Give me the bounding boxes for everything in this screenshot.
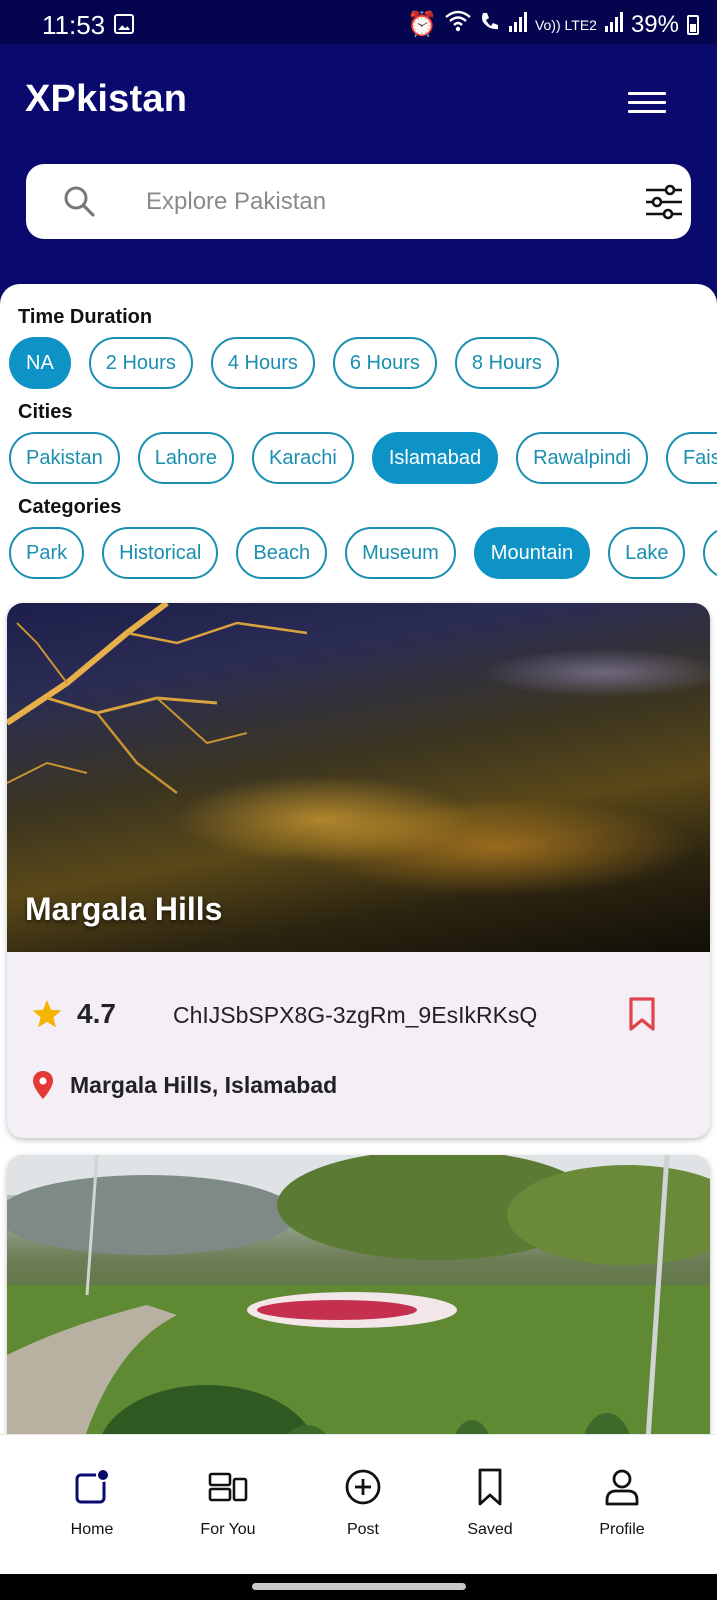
cities-label: Cities [18, 401, 73, 423]
chip-time-na[interactable]: NA [9, 337, 71, 389]
cities-chips: Pakistan Lahore Karachi Islamabad Rawalp… [9, 432, 717, 484]
hamburger-menu-icon[interactable] [628, 92, 666, 114]
main-content: Time Duration NA 2 Hours 4 Hours 6 Hours… [0, 284, 717, 1434]
chip-category-park[interactable]: Park [9, 527, 85, 579]
gallery-notification-icon [114, 14, 134, 34]
add-circle-icon [345, 1469, 381, 1505]
wifi-calling-icon [479, 10, 501, 39]
chip-time-2-hours[interactable]: 2 Hours [88, 337, 193, 389]
alarm-icon: ⏰ [407, 11, 437, 38]
network-type-label: Vo)) LTE2 [534, 16, 597, 33]
signal-icon [508, 11, 527, 39]
park-scene-decoration [7, 1155, 710, 1434]
nav-post-label: Post [346, 1521, 379, 1538]
categories-label: Categories [18, 496, 122, 518]
chip-category-lake[interactable]: Lake [608, 527, 686, 579]
place-location: Margala Hills, Islamabad [70, 1072, 338, 1098]
battery-percent: 39% [630, 10, 679, 38]
signal-icon-2 [604, 11, 623, 39]
nav-saved[interactable]: Saved [435, 1467, 545, 1539]
system-gesture-bar [0, 1574, 717, 1600]
battery-icon [687, 14, 699, 35]
bottom-navigation: Home For You Post Saved Profile [0, 1434, 717, 1574]
app-header: XPkistan [0, 44, 717, 284]
chip-city-rawalpindi[interactable]: Rawalpindi [516, 432, 648, 484]
chip-city-islamabad[interactable]: Islamabad [371, 432, 499, 484]
chip-city-pakistan[interactable]: Pakistan [9, 432, 120, 484]
app-title: XPkistan [25, 78, 188, 120]
home-notification-icon [75, 1468, 110, 1504]
place-card[interactable] [7, 1155, 710, 1434]
nav-for-you[interactable]: For You [173, 1467, 283, 1539]
time-duration-label: Time Duration [18, 306, 153, 328]
place-title: Margala Hills [25, 891, 223, 927]
time-duration-chips: NA 2 Hours 4 Hours 6 Hours 8 Hours [9, 337, 559, 389]
status-time: 11:53 [42, 10, 106, 40]
place-rating: 4.7 [77, 998, 116, 1029]
star-icon [32, 1000, 62, 1028]
nav-home-label: Home [70, 1521, 114, 1538]
status-icons: ⏰ Vo)) LTE2 39% [407, 10, 699, 39]
wifi-icon [445, 10, 471, 39]
dashboard-icon [208, 1472, 248, 1502]
tree-branches-decoration [7, 603, 308, 794]
location-pin-icon [33, 1071, 53, 1099]
chip-category-museum[interactable]: Museum [345, 527, 456, 579]
place-id: ChIJSbSPX8G-3zgRm_9EsIkRKsQ [173, 1002, 538, 1028]
nav-saved-label: Saved [467, 1521, 513, 1538]
nav-profile[interactable]: Profile [567, 1467, 677, 1539]
chip-category-beach[interactable]: Beach [236, 527, 328, 579]
status-bar: 11:53 ⏰ Vo)) LTE2 39% [0, 0, 717, 44]
nav-for-you-label: For You [200, 1521, 256, 1538]
bookmark-icon[interactable] [627, 996, 657, 1032]
person-icon [605, 1469, 639, 1506]
chip-city-lahore[interactable]: Lahore [137, 432, 234, 484]
place-photo [7, 1155, 710, 1434]
chip-time-8-hours[interactable]: 8 Hours [454, 337, 559, 389]
chip-city-karachi[interactable]: Karachi [252, 432, 354, 484]
search-bar [26, 164, 691, 239]
place-details: 4.7 ChIJSbSPX8G-3zgRm_9EsIkRKsQ Margala … [7, 952, 710, 1138]
place-card[interactable]: Margala Hills 4.7 ChIJSbSPX8G-3zgRm_9EsI… [7, 603, 710, 1138]
categories-chips: Park Historical Beach Museum Mountain La… [9, 527, 717, 579]
chip-time-4-hours[interactable]: 4 Hours [210, 337, 315, 389]
nav-profile-label: Profile [599, 1521, 645, 1538]
chip-time-6-hours[interactable]: 6 Hours [332, 337, 437, 389]
bookmark-icon [478, 1468, 502, 1506]
chip-category-historical[interactable]: Historical [102, 527, 219, 579]
place-photo: Margala Hills [7, 603, 710, 952]
home-gesture-handle[interactable] [252, 1583, 466, 1590]
nav-post[interactable]: Post [308, 1467, 418, 1539]
chip-category-more[interactable]: W [703, 527, 717, 579]
search-icon[interactable] [62, 184, 96, 218]
search-input[interactable] [146, 184, 606, 220]
nav-home[interactable]: Home [37, 1467, 147, 1539]
filter-sliders-icon[interactable] [644, 184, 684, 220]
chip-category-mountain[interactable]: Mountain [473, 527, 591, 579]
chip-city-faisalabad[interactable]: Faisa [665, 432, 717, 484]
